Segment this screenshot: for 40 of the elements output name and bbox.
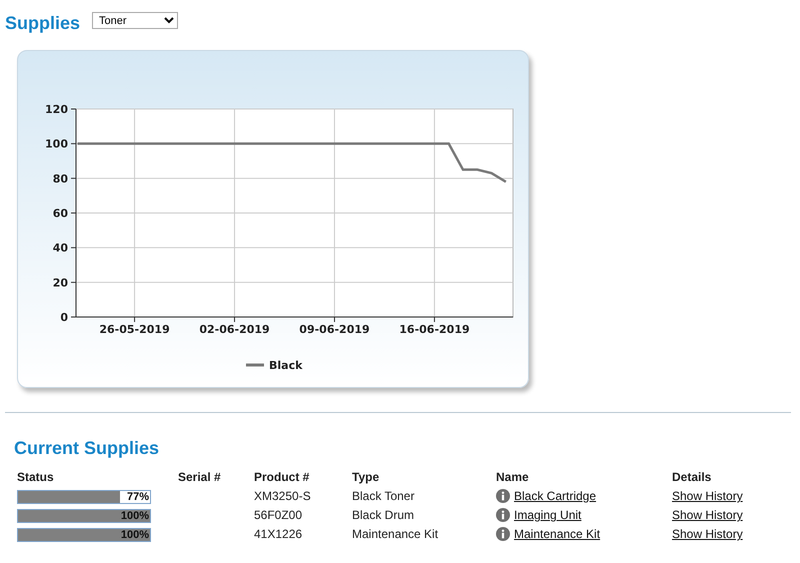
column-header: Name xyxy=(496,469,530,485)
level-reading: 77% xyxy=(126,491,149,504)
show-history-link[interactable]: Show History xyxy=(672,526,743,542)
column-header: Type xyxy=(352,469,380,485)
supply-type-dropdown[interactable]: Toner xyxy=(92,12,178,29)
level-reading: 100% xyxy=(120,510,149,523)
supply-type: Maintenance Kit xyxy=(352,526,438,542)
product-number: 41X1226 xyxy=(254,526,302,542)
column-header: Serial # xyxy=(178,469,222,485)
x-tick-label: 26-05-2019 xyxy=(99,323,170,336)
page-title: Supplies xyxy=(5,12,80,34)
column-header: Details xyxy=(672,469,712,485)
product-number: 56F0Z00 xyxy=(254,507,302,523)
show-history-link[interactable]: Show History xyxy=(672,507,743,523)
info-icon[interactable] xyxy=(496,527,510,541)
supply-name-link[interactable]: Maintenance Kit xyxy=(514,526,600,542)
legend-label: Black xyxy=(269,359,302,372)
y-tick-label: 80 xyxy=(52,172,68,186)
y-tick-label: 100 xyxy=(45,138,68,151)
info-icon[interactable] xyxy=(496,489,510,503)
x-tick-label: 02-06-2019 xyxy=(199,323,270,336)
level-reading: 100% xyxy=(120,529,149,542)
supply-name-link[interactable]: Imaging Unit xyxy=(514,507,582,523)
section-title: Current Supplies xyxy=(14,437,160,459)
supply-type: Black Drum xyxy=(352,507,414,523)
info-icon[interactable] xyxy=(496,508,510,522)
product-number: XM3250-S xyxy=(254,488,311,504)
column-header: Status xyxy=(17,469,55,485)
supply-name-link[interactable]: Black Cartridge xyxy=(514,488,596,504)
column-header: Product # xyxy=(254,469,310,485)
x-tick-label: 16-06-2019 xyxy=(399,323,470,336)
y-tick-label: 0 xyxy=(60,311,68,324)
y-tick-label: 60 xyxy=(52,207,68,220)
y-tick-label: 20 xyxy=(52,276,68,290)
show-history-link[interactable]: Show History xyxy=(672,488,743,504)
y-tick-label: 40 xyxy=(52,242,68,255)
y-tick-label: 120 xyxy=(45,103,68,116)
supply-type: Black Toner xyxy=(352,488,414,504)
legend-swatch xyxy=(246,364,264,366)
x-tick-label: 09-06-2019 xyxy=(299,323,370,336)
